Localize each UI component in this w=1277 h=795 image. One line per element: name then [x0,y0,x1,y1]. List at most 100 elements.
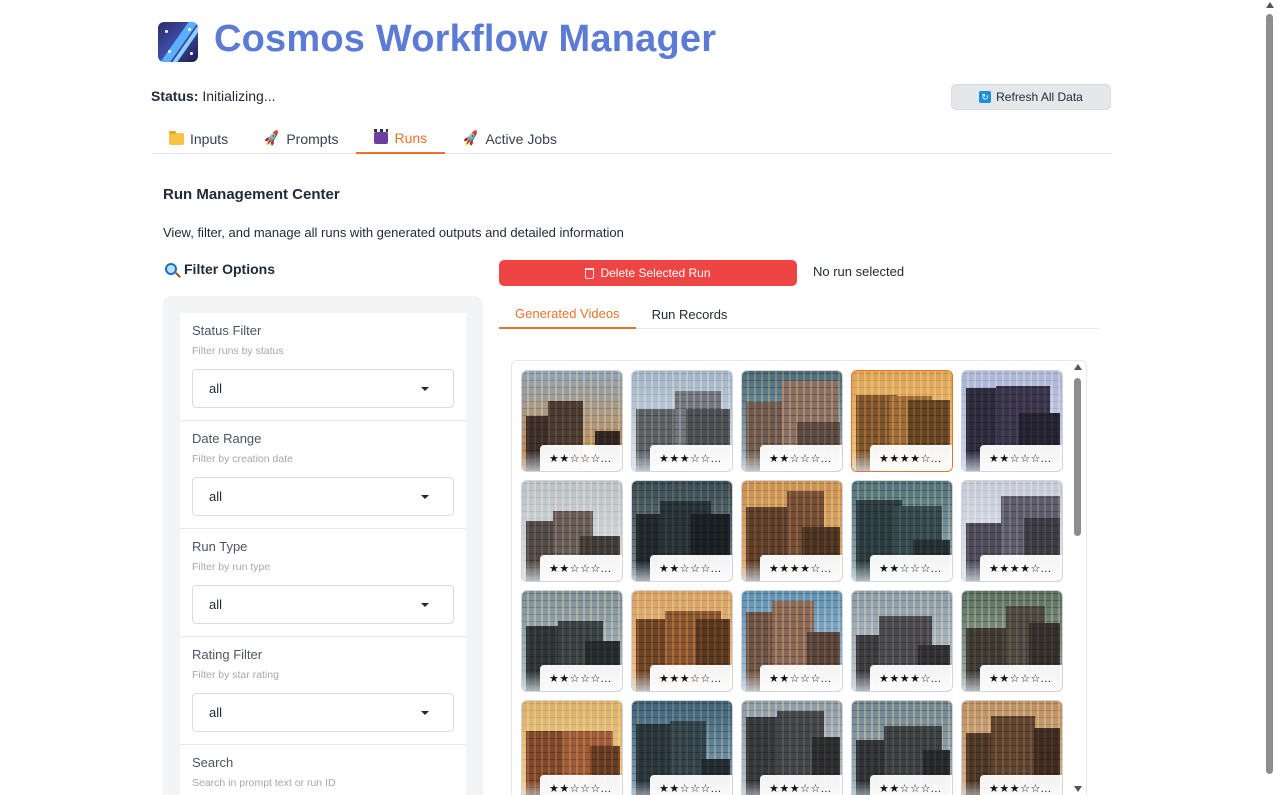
rating-badge: ★★☆☆☆... [980,665,1062,691]
filter-hint: Filter by creation date [192,453,293,465]
scroll-up-icon[interactable] [1074,364,1082,370]
rating-badge: ★★★★☆... [760,555,842,581]
video-thumbnail[interactable]: ★★☆☆☆... [961,370,1063,472]
app-title: Cosmos Workflow Manager [214,18,717,60]
main-tabs: Inputs 🚀 Prompts Runs 🚀 Active Jobs [151,124,1112,154]
rating-badge: ★★☆☆☆... [980,445,1062,471]
video-thumbnail[interactable]: ★★☆☆☆... [521,590,623,692]
video-thumbnail[interactable]: ★★★☆☆... [631,370,733,472]
video-thumbnail[interactable]: ★★★☆☆... [961,700,1063,795]
rating-badge: ★★★☆☆... [760,775,842,795]
status-filter: Status Filter Filter runs by status all [180,313,466,421]
chevron-down-icon [421,602,429,607]
filter-label: Search [192,755,234,770]
page: Cosmos Workflow Manager Status: Initiali… [0,0,1277,795]
rating-badge: ★★☆☆☆... [760,665,842,691]
tab-active-jobs[interactable]: 🚀 Active Jobs [445,124,575,154]
rating-badge: ★★☆☆☆... [870,555,952,581]
video-thumbnail[interactable]: ★★☆☆☆... [851,480,953,582]
video-thumbnail[interactable]: ★★★★☆... [741,480,843,582]
section-description: View, filter, and manage all runs with g… [163,225,624,240]
rating-badge: ★★☆☆☆... [540,555,622,581]
run-subtabs: Generated Videos Run Records [499,299,1099,329]
video-thumbnail[interactable]: ★★★★☆... [961,480,1063,582]
rating-badge: ★★★★☆... [870,665,952,691]
video-thumbnail[interactable]: ★★★☆☆... [631,590,733,692]
video-thumbnail[interactable]: ★★☆☆☆... [741,590,843,692]
rating-badge: ★★☆☆☆... [540,445,622,471]
refresh-label: Refresh All Data [996,90,1083,104]
clapper-icon [374,129,389,144]
tab-prompts[interactable]: 🚀 Prompts [246,124,356,154]
video-thumbnail[interactable]: ★★★★☆... [851,370,953,472]
tab-run-records[interactable]: Run Records [636,299,744,329]
video-thumbnail[interactable]: ★★☆☆☆... [521,480,623,582]
date-range-filter: Date Range Filter by creation date all [180,421,466,529]
trash-icon [585,267,595,279]
rating-badge: ★★★☆☆... [650,445,732,471]
selection-status: No run selected [813,264,905,279]
delete-selected-run-button[interactable]: Delete Selected Run [499,260,797,286]
chevron-down-icon [421,494,429,499]
refresh-icon: ↻ [979,91,992,103]
filter-hint: Filter runs by status [192,345,284,357]
rating-badge: ★★★★☆... [870,445,952,471]
status-label: Status: [151,88,199,104]
app-logo [158,22,198,62]
video-thumbnail[interactable]: ★★★★☆... [851,590,953,692]
video-thumbnail[interactable]: ★★☆☆☆... [961,590,1063,692]
rating-badge: ★★★★☆... [980,555,1062,581]
tab-label: Inputs [190,131,229,147]
rating-badge: ★★☆☆☆... [650,555,732,581]
rating-badge: ★★☆☆☆... [760,445,842,471]
video-thumbnail[interactable]: ★★☆☆☆... [521,370,623,472]
chevron-down-icon [421,710,429,715]
video-thumbnail[interactable]: ★★☆☆☆... [631,700,733,795]
video-thumbnail[interactable]: ★★★☆☆... [741,700,843,795]
rating-badge: ★★☆☆☆... [650,775,732,795]
select-value: all [209,597,223,612]
select-value: all [209,705,223,720]
section-title: Run Management Center [163,186,340,203]
status-line: Status: Initializing... [151,88,276,104]
page-scroll-thumb[interactable] [1266,14,1273,774]
folder-icon [169,131,184,145]
rating-badge: ★★★☆☆... [980,775,1062,795]
tab-label: Active Jobs [485,131,557,147]
tab-inputs[interactable]: Inputs [151,124,246,154]
gallery-scrollbar[interactable] [1073,364,1083,795]
rating-badge: ★★☆☆☆... [540,775,622,795]
tab-label: Runs [394,130,428,146]
rating-badge: ★★★☆☆... [650,665,732,691]
filter-label: Date Range [192,431,262,446]
date-range-select[interactable]: all [192,477,454,516]
rocket-icon: 🚀 [262,129,282,148]
search-hint: Search in prompt text or run ID [192,777,336,789]
scroll-up-icon[interactable] [1266,2,1274,8]
select-value: all [209,381,223,396]
status-filter-select[interactable]: all [192,369,454,408]
rating-filter: Rating Filter Filter by star rating all [180,637,466,745]
status-value: Initializing... [202,88,276,104]
tab-runs[interactable]: Runs [356,124,446,154]
rating-badge: ★★☆☆☆... [870,775,952,795]
video-gallery: ★★☆☆☆... ★★★☆☆... ★★☆☆☆... ★★★★☆... ★★☆☆☆...… [511,360,1087,795]
filter-hint: Filter by star rating [192,669,279,681]
magnifier-icon [165,263,177,275]
scroll-down-icon[interactable] [1074,786,1082,792]
filter-label: Status Filter [192,323,262,338]
refresh-all-button[interactable]: ↻ Refresh All Data [951,84,1111,110]
video-thumbnail[interactable]: ★★☆☆☆... [631,480,733,582]
filter-label: Rating Filter [192,647,263,662]
select-value: all [209,489,223,504]
video-thumbnail[interactable]: ★★☆☆☆... [741,370,843,472]
rocket-icon: 🚀 [461,129,481,148]
scroll-thumb[interactable] [1074,378,1081,536]
video-thumbnail[interactable]: ★★☆☆☆... [851,700,953,795]
run-type-select[interactable]: all [192,585,454,624]
search-filter: Search Search in prompt text or run ID [180,745,466,795]
page-scrollbar[interactable] [1265,0,1274,795]
rating-filter-select[interactable]: all [192,693,454,732]
video-thumbnail[interactable]: ★★☆☆☆... [521,700,623,795]
tab-generated-videos[interactable]: Generated Videos [499,299,636,329]
